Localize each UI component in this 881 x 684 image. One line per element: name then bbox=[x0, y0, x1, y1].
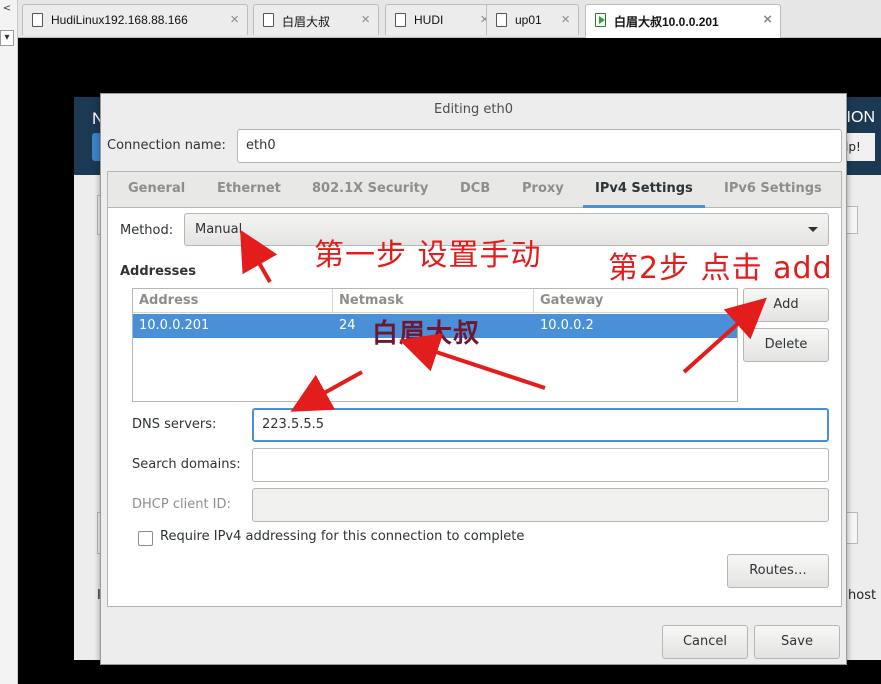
host-tab-bar: HudiLinux192.168.88.166 × 白眉大叔 × HUDI × … bbox=[18, 0, 881, 38]
add-button[interactable]: Add bbox=[743, 288, 829, 322]
close-icon[interactable]: × bbox=[763, 11, 772, 28]
tab-proxy[interactable]: Proxy bbox=[510, 172, 576, 208]
addresses-table-header: Address Netmask Gateway bbox=[133, 289, 737, 313]
background-host-text: host bbox=[848, 588, 877, 603]
close-icon[interactable]: × bbox=[361, 11, 370, 28]
tab-ipv6-settings[interactable]: IPv6 Settings bbox=[712, 172, 834, 208]
addresses-label: Addresses bbox=[120, 264, 196, 279]
dns-servers-label: DNS servers: bbox=[132, 417, 217, 432]
tab-ipv4-settings[interactable]: IPv4 Settings bbox=[583, 172, 705, 208]
settings-tabs: General Ethernet 802.1X Security DCB Pro… bbox=[108, 172, 841, 208]
close-icon[interactable]: × bbox=[230, 11, 239, 28]
dhcp-client-id-input bbox=[252, 488, 829, 522]
require-ipv4-label[interactable]: Require IPv4 addressing for this connect… bbox=[160, 529, 524, 544]
tab-8021x-security[interactable]: 802.1X Security bbox=[300, 172, 440, 208]
annotation-step2: 第2步 点击 add bbox=[608, 251, 833, 286]
close-icon[interactable]: × bbox=[561, 11, 570, 28]
connection-name-input[interactable]: eth0 bbox=[237, 129, 842, 163]
annotation-step1: 第一步 设置手动 bbox=[314, 238, 542, 273]
require-ipv4-checkbox[interactable] bbox=[138, 531, 153, 546]
cancel-button[interactable]: Cancel bbox=[662, 625, 748, 659]
routes-button[interactable]: Routes… bbox=[727, 554, 829, 588]
host-tab-1[interactable]: HudiLinux192.168.88.166 × bbox=[22, 4, 248, 35]
dialog-title: Editing eth0 bbox=[433, 102, 513, 117]
delete-button[interactable]: Delete bbox=[743, 328, 829, 362]
running-vm-icon bbox=[595, 13, 606, 27]
terminal-tab-icon bbox=[496, 13, 507, 27]
host-tab-3[interactable]: HUDI × bbox=[385, 4, 498, 35]
host-tab-5-active[interactable]: 白眉大叔10.0.0.201 × bbox=[585, 4, 781, 38]
terminal-tab-icon bbox=[263, 13, 274, 27]
save-button[interactable]: Save bbox=[754, 625, 840, 659]
search-domains-input[interactable] bbox=[252, 448, 829, 482]
method-value: Manual bbox=[195, 222, 243, 237]
method-label: Method: bbox=[120, 223, 174, 238]
host-tab-label: HudiLinux192.168.88.166 bbox=[51, 13, 188, 27]
host-tab-4[interactable]: up01 × bbox=[486, 4, 579, 35]
host-tab-label: HUDI bbox=[414, 13, 444, 27]
column-address[interactable]: Address bbox=[133, 289, 333, 313]
chevron-down-icon bbox=[808, 227, 818, 232]
connection-name-label: Connection name: bbox=[107, 138, 226, 153]
column-netmask[interactable]: Netmask bbox=[333, 289, 534, 313]
annotation-watermark: 白眉大叔 bbox=[372, 319, 481, 349]
column-gateway[interactable]: Gateway bbox=[534, 289, 738, 313]
dropdown-icon[interactable]: ▾ bbox=[0, 30, 14, 46]
host-tab-label: 白眉大叔 bbox=[282, 15, 331, 29]
host-left-strip: < ▾ bbox=[0, 0, 18, 684]
tab-ethernet[interactable]: Ethernet bbox=[205, 172, 293, 208]
back-icon[interactable]: < bbox=[0, 2, 14, 18]
terminal-tab-icon bbox=[395, 13, 406, 27]
host-tab-2[interactable]: 白眉大叔 × bbox=[253, 4, 379, 35]
address-cell[interactable]: 10.0.0.201 bbox=[133, 314, 209, 338]
netmask-cell[interactable]: 24 bbox=[333, 314, 356, 338]
search-domains-label: Search domains: bbox=[132, 457, 241, 472]
editing-dialog: Editing eth0 Connection name: eth0 Gener… bbox=[100, 93, 847, 665]
tab-dcb[interactable]: DCB bbox=[448, 172, 502, 208]
dhcp-client-id-label: DHCP client ID: bbox=[132, 497, 231, 512]
terminal-tab-icon bbox=[32, 13, 43, 27]
gateway-cell[interactable]: 10.0.0.2 bbox=[534, 314, 594, 338]
host-tab-label: 白眉大叔10.0.0.201 bbox=[614, 15, 719, 29]
host-tab-label: up01 bbox=[515, 13, 542, 27]
dns-servers-input[interactable]: 223.5.5.5 bbox=[252, 408, 829, 442]
tab-general[interactable]: General bbox=[116, 172, 197, 208]
